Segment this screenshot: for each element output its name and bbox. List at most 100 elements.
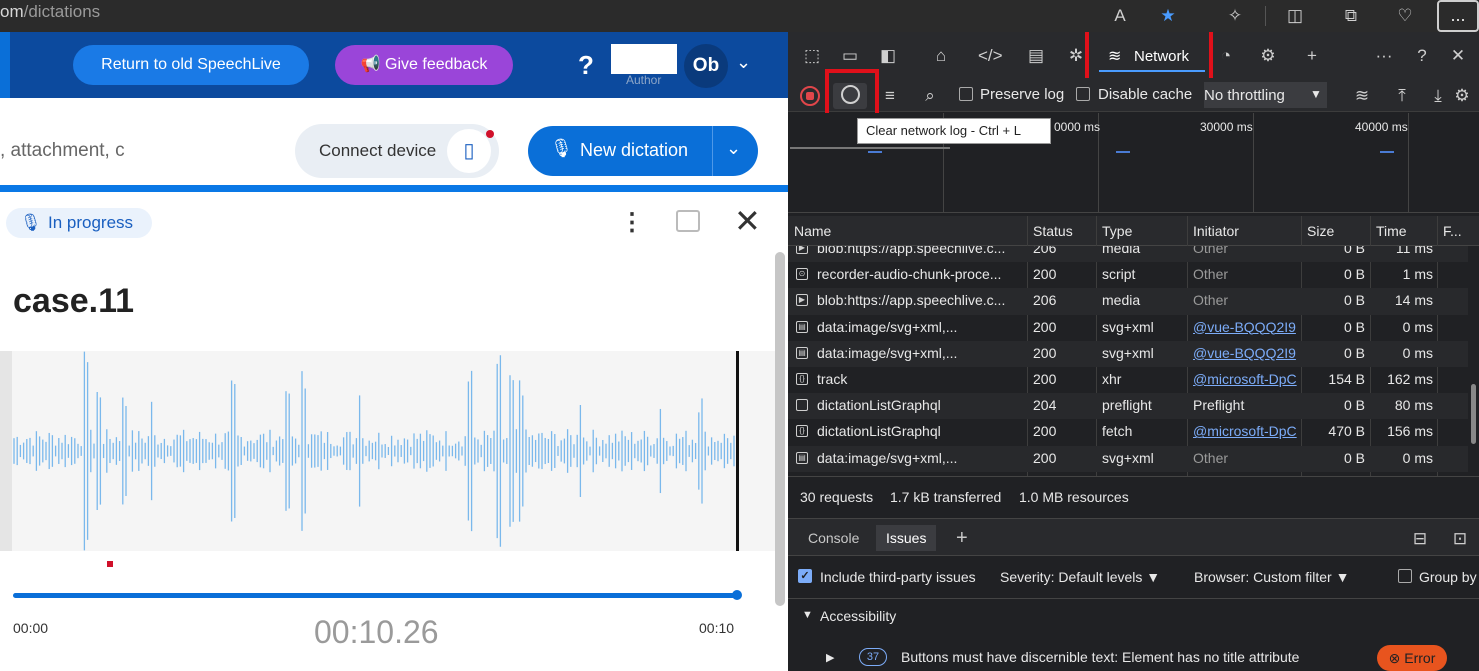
document-icon: ▤ bbox=[796, 320, 808, 333]
cell-initiator: Preflight bbox=[1193, 397, 1245, 414]
column-more[interactable]: F... bbox=[1443, 223, 1462, 239]
console-icon[interactable]: ▤ bbox=[1024, 44, 1048, 68]
close-icon[interactable]: ✕ bbox=[734, 202, 761, 240]
split-screen-icon[interactable]: ◫ bbox=[1282, 3, 1308, 29]
cell-name: blob:https://app.speechlive.c... bbox=[817, 292, 1006, 309]
table-row[interactable]: dictationListGraphql 204 preflight Prefligh… bbox=[788, 393, 1468, 420]
import-har-icon[interactable]: ⤒ bbox=[1390, 84, 1414, 108]
cell-type: xhr bbox=[1102, 370, 1122, 387]
accessibility-section[interactable]: ▼ Accessibility bbox=[788, 598, 1479, 634]
cell-initiator[interactable]: @microsoft-DpC bbox=[1193, 371, 1301, 387]
performance-gauge-icon[interactable]: ◔ bbox=[1214, 44, 1238, 68]
time-end: 00:10 bbox=[699, 620, 735, 636]
section-divider bbox=[0, 185, 788, 192]
collections-icon[interactable]: ⧉ bbox=[1338, 3, 1364, 29]
network-conditions-icon[interactable]: ≋ bbox=[1350, 84, 1374, 108]
cell-initiator[interactable]: @vue-BQQQ2I9 bbox=[1193, 319, 1301, 335]
add-tab-icon[interactable]: + bbox=[1300, 44, 1324, 68]
more-options-icon[interactable]: ⋮ bbox=[620, 208, 644, 237]
column-name[interactable]: Name bbox=[794, 223, 831, 239]
status-badge: 🎙 In progress bbox=[6, 208, 152, 238]
severity-select[interactable]: Severity: Default levels ▼ bbox=[1000, 569, 1160, 585]
table-row[interactable]: {} dictationListGraphql 200 fetch @microsoft… bbox=[788, 419, 1468, 445]
scrollbar[interactable] bbox=[1471, 384, 1476, 444]
give-feedback-button[interactable]: 📢 Give feedback bbox=[335, 45, 513, 85]
help-button[interactable]: ? bbox=[578, 50, 594, 81]
xhr-braces-icon: {} bbox=[796, 372, 808, 385]
cell-initiator[interactable]: @microsoft-DpC bbox=[1193, 423, 1301, 439]
device-emulation-icon[interactable]: ▭ bbox=[838, 44, 862, 68]
disable-cache-label: Disable cache bbox=[1098, 86, 1193, 103]
search-icon[interactable]: ⌕ bbox=[918, 84, 942, 108]
table-row[interactable]: ⊙ recorder-audio-chunk-proce... 200 script O… bbox=[788, 262, 1468, 288]
severity-label: Severity: Default levels bbox=[1000, 569, 1143, 585]
return-to-old-button[interactable]: Return to old SpeechLive bbox=[73, 45, 309, 85]
disable-cache-checkbox[interactable] bbox=[1076, 87, 1090, 101]
document-icon: ▤ bbox=[796, 451, 808, 464]
megaphone-icon: 📢 bbox=[360, 56, 386, 73]
cell-initiator[interactable]: @vue-BQQQ2I9 bbox=[1193, 345, 1301, 361]
scrollbar[interactable] bbox=[775, 252, 785, 606]
progress-handle[interactable] bbox=[732, 590, 742, 600]
new-dictation-button[interactable]: 🎙 New dictation ⌄ bbox=[528, 126, 758, 176]
close-icon[interactable]: ✕ bbox=[1446, 44, 1470, 68]
search-input[interactable]: , attachment, c bbox=[0, 140, 125, 162]
browser-filter-select[interactable]: Browser: Custom filter ▼ bbox=[1194, 569, 1349, 585]
cell-time: 0 ms bbox=[1402, 449, 1433, 466]
progress-bar[interactable] bbox=[13, 593, 740, 598]
column-status[interactable]: Status bbox=[1033, 223, 1073, 239]
waveform[interactable] bbox=[0, 351, 775, 551]
cell-type: fetch bbox=[1102, 423, 1133, 440]
third-party-checkbox[interactable]: ✓ bbox=[798, 569, 812, 583]
settings-gear-icon[interactable]: ⚙ bbox=[1450, 84, 1474, 108]
table-row[interactable]: {} track 200 xhr @microsoft-DpC 154 B 162 ms bbox=[788, 367, 1468, 393]
table-row[interactable]: ▶ blob:https://app.speechlive.c... 206 medi… bbox=[788, 288, 1468, 315]
accessibility-label: Accessibility bbox=[820, 608, 897, 624]
record-button[interactable] bbox=[800, 86, 820, 106]
triangle-down-icon: ▼ bbox=[802, 609, 813, 621]
column-size[interactable]: Size bbox=[1307, 223, 1334, 239]
triangle-right-icon: ▶ bbox=[826, 652, 835, 664]
dock-drawer-icon[interactable]: ⊟ bbox=[1408, 527, 1432, 551]
cell-name: data:image/svg+xml,... bbox=[817, 318, 958, 335]
table-row[interactable]: ▤ data:image/svg+xml,... 200 svg+xml @vue-BQ… bbox=[788, 315, 1468, 341]
help-icon[interactable]: ? bbox=[1410, 44, 1434, 68]
issue-row[interactable]: ▶ 37 Buttons must have discernible text:… bbox=[788, 638, 1479, 671]
mini-player-icon[interactable] bbox=[676, 210, 700, 232]
column-initiator[interactable]: Initiator bbox=[1193, 223, 1239, 239]
favorite-star-icon[interactable]: ★ bbox=[1155, 3, 1181, 29]
tab-issues[interactable]: Issues bbox=[876, 525, 937, 551]
performance-icon[interactable]: ♡ bbox=[1392, 3, 1418, 29]
url-path: /dictations bbox=[23, 2, 101, 21]
elements-code-icon[interactable]: </> bbox=[978, 44, 1003, 68]
avatar[interactable]: Ob bbox=[684, 44, 728, 88]
table-row[interactable]: ▤ data:image/svg+xml,... 200 svg+xml @vue-BQ… bbox=[788, 340, 1468, 367]
playhead[interactable] bbox=[736, 351, 739, 551]
connect-device-button[interactable]: Connect device ▯ bbox=[295, 124, 499, 178]
cell-name: track bbox=[817, 370, 848, 387]
table-row[interactable]: ▶ blob:https://app.speechlive.c... 206 medi… bbox=[788, 246, 1468, 263]
group-by-checkbox[interactable] bbox=[1398, 569, 1412, 583]
browser-more-button[interactable]: ... bbox=[1437, 0, 1479, 32]
chevron-down-icon[interactable]: ⌄ bbox=[726, 138, 741, 159]
add-drawer-tab-icon[interactable]: + bbox=[946, 525, 978, 551]
close-drawer-icon[interactable]: ⊡ bbox=[1448, 527, 1472, 551]
toolbar-divider bbox=[1265, 6, 1266, 26]
address-bar[interactable]: om/dictations bbox=[0, 2, 100, 22]
column-type[interactable]: Type bbox=[1102, 223, 1132, 239]
tab-console[interactable]: Console bbox=[798, 525, 869, 551]
dock-icon[interactable]: ◧ bbox=[876, 44, 900, 68]
welcome-home-icon[interactable]: ⌂ bbox=[929, 44, 953, 68]
column-time[interactable]: Time bbox=[1376, 223, 1407, 239]
preserve-log-checkbox[interactable] bbox=[959, 87, 973, 101]
table-row[interactable]: ▤ data:image/svg+xml,... 200 svg+xml Other 0 … bbox=[788, 445, 1468, 472]
throttling-select[interactable]: No throttling ▼ bbox=[1204, 82, 1327, 108]
export-har-icon[interactable]: ⤓ bbox=[1426, 84, 1450, 108]
filter-icon[interactable]: ≡ bbox=[878, 84, 902, 108]
extensions-icon[interactable]: ✧ bbox=[1222, 3, 1248, 29]
read-aloud-icon[interactable]: A bbox=[1107, 3, 1133, 29]
more-icon[interactable]: ··· bbox=[1372, 44, 1396, 68]
inspect-icon[interactable]: ⬚ bbox=[800, 44, 824, 68]
chevron-down-icon[interactable]: ⌄ bbox=[736, 52, 751, 73]
memory-chip-icon[interactable]: ⚙ bbox=[1256, 44, 1280, 68]
